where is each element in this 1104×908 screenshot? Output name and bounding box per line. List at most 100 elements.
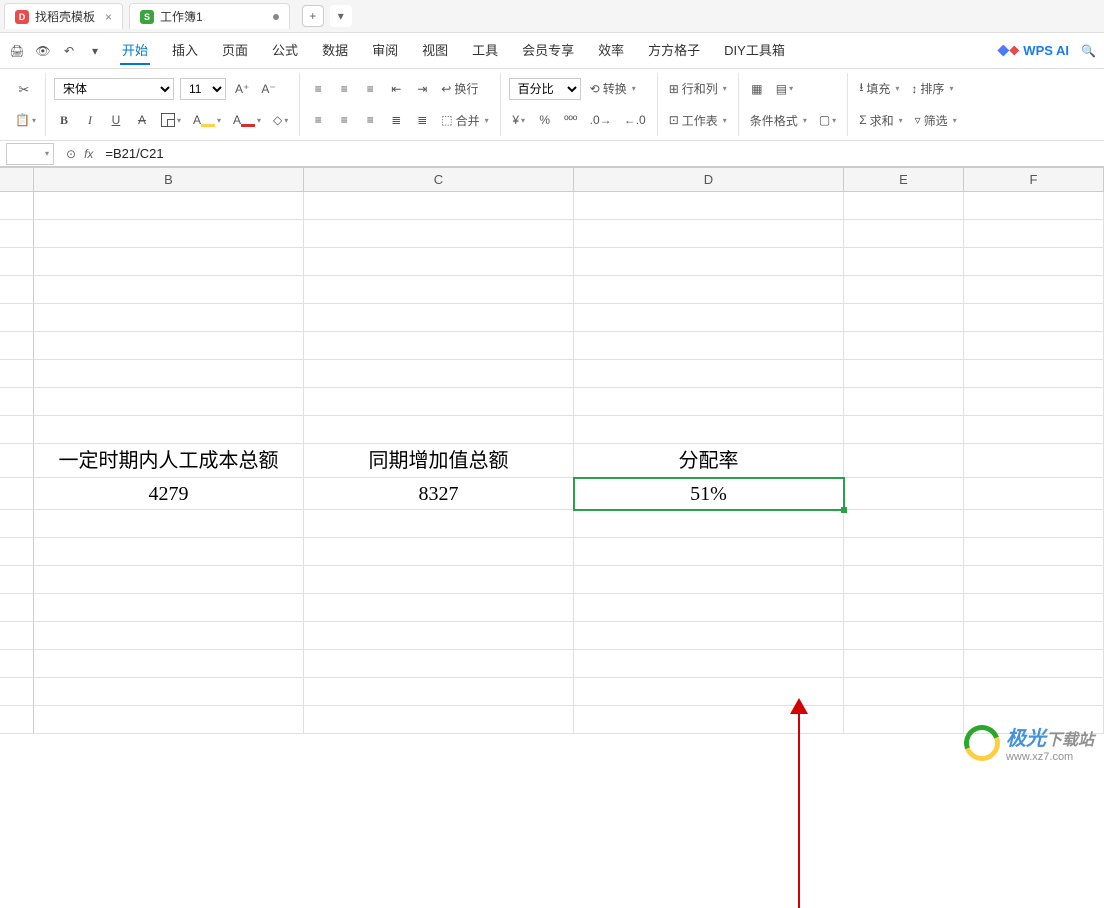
cell[interactable] — [304, 276, 574, 304]
cell[interactable] — [304, 360, 574, 388]
cell[interactable] — [844, 622, 964, 650]
cell[interactable] — [964, 510, 1104, 538]
cell[interactable] — [844, 650, 964, 678]
cell[interactable] — [844, 678, 964, 706]
cell-D20[interactable]: 分配率 — [574, 444, 844, 478]
cell[interactable] — [574, 332, 844, 360]
align-bot-button[interactable]: ≡ — [360, 78, 380, 100]
align-mid-button[interactable]: ≡ — [334, 78, 354, 100]
cell[interactable] — [964, 478, 1104, 510]
cell[interactable] — [304, 416, 574, 444]
rowcol-button[interactable]: ⊞行和列▾ — [666, 78, 730, 100]
cell[interactable] — [34, 248, 304, 276]
formula-input[interactable]: =B21/C21 — [99, 146, 1104, 161]
menu-data[interactable]: 数据 — [320, 36, 350, 65]
font-size-select[interactable]: 11 — [180, 78, 226, 100]
clear-format-button[interactable]: ◇▾ — [270, 109, 291, 131]
wrap-button[interactable]: ↩换行 — [438, 78, 481, 100]
menu-review[interactable]: 审阅 — [370, 36, 400, 65]
print-icon[interactable]: 🖨 — [8, 42, 26, 60]
cell[interactable] — [964, 650, 1104, 678]
wps-ai-button[interactable]: WPS AI — [997, 43, 1069, 58]
cond-format-button[interactable]: 条件格式▾ — [747, 109, 810, 131]
cell[interactable] — [844, 360, 964, 388]
tab-templates[interactable]: D 找稻壳模板 × — [4, 3, 123, 29]
cell[interactable] — [964, 566, 1104, 594]
percent-button[interactable]: % — [535, 109, 555, 131]
close-icon[interactable]: × — [105, 10, 112, 24]
sort-button[interactable]: ↕排序▾ — [908, 78, 956, 100]
menu-ffgz[interactable]: 方方格子 — [646, 36, 702, 65]
cell-B21[interactable]: 4279 — [34, 478, 304, 510]
bold-button[interactable]: B — [54, 109, 74, 131]
fill-handle[interactable] — [841, 507, 847, 513]
cut-button[interactable] — [12, 78, 39, 100]
col-header-F[interactable]: F — [964, 168, 1104, 192]
thousands-button[interactable]: ººº — [561, 109, 581, 131]
indent-dec-button[interactable]: ⇤ — [386, 78, 406, 100]
undo-icon[interactable]: ↶ — [60, 42, 78, 60]
cell[interactable] — [844, 444, 964, 478]
cell[interactable] — [574, 220, 844, 248]
paste-dropdown[interactable]: 📋▾ — [12, 109, 39, 131]
col-header-D[interactable]: D — [574, 168, 844, 192]
fill-button[interactable]: ⭳填充▾ — [856, 78, 902, 100]
cell[interactable] — [844, 478, 964, 510]
cell[interactable] — [844, 248, 964, 276]
cell[interactable] — [34, 276, 304, 304]
cell-style-button[interactable]: ▤▾ — [773, 78, 796, 100]
align-center-button[interactable]: ≡ — [334, 109, 354, 131]
cell[interactable] — [304, 566, 574, 594]
cell[interactable] — [964, 622, 1104, 650]
menu-view[interactable]: 视图 — [420, 36, 450, 65]
cell[interactable] — [304, 622, 574, 650]
col-header-B[interactable]: B — [34, 168, 304, 192]
cell[interactable] — [304, 332, 574, 360]
col-header-E[interactable]: E — [844, 168, 964, 192]
cell[interactable] — [964, 248, 1104, 276]
cell[interactable] — [964, 416, 1104, 444]
cell[interactable] — [574, 416, 844, 444]
filter-button[interactable]: ▿筛选▾ — [912, 109, 960, 131]
search-icon[interactable]: 🔍 — [1081, 44, 1096, 58]
cell[interactable] — [964, 388, 1104, 416]
preview-icon[interactable]: 👁 — [34, 42, 52, 60]
cell[interactable] — [574, 388, 844, 416]
align-top-button[interactable]: ≡ — [308, 78, 328, 100]
cell[interactable] — [574, 304, 844, 332]
cell[interactable] — [574, 594, 844, 622]
cell[interactable] — [34, 510, 304, 538]
cell[interactable] — [964, 192, 1104, 220]
cell[interactable] — [574, 276, 844, 304]
cell[interactable] — [844, 388, 964, 416]
cell[interactable] — [844, 510, 964, 538]
cell[interactable] — [574, 622, 844, 650]
fx-icon[interactable]: fx — [84, 147, 93, 161]
cell[interactable] — [304, 192, 574, 220]
cell[interactable] — [844, 332, 964, 360]
cell[interactable] — [964, 304, 1104, 332]
cell[interactable] — [304, 220, 574, 248]
cell[interactable] — [964, 678, 1104, 706]
worksheet-button[interactable]: ⊡工作表▾ — [666, 109, 730, 131]
textcolor-button[interactable]: A▾ — [230, 109, 264, 131]
cell[interactable] — [34, 388, 304, 416]
cell-D21-selected[interactable]: 51% — [574, 478, 844, 510]
justify-button[interactable]: ≣ — [386, 109, 406, 131]
grid[interactable]: 一定时期内人工成本总额 同期增加值总额 分配率 4279 8327 51% — [0, 192, 1104, 734]
menu-insert[interactable]: 插入 — [170, 36, 200, 65]
cell[interactable] — [34, 622, 304, 650]
select-all-corner[interactable] — [0, 168, 34, 192]
cell[interactable] — [574, 538, 844, 566]
cell[interactable] — [34, 332, 304, 360]
cell[interactable] — [574, 360, 844, 388]
cell[interactable] — [574, 510, 844, 538]
cell[interactable] — [844, 594, 964, 622]
cell[interactable] — [304, 388, 574, 416]
format-button[interactable]: ▢▾ — [816, 109, 839, 131]
border-button[interactable]: ▾ — [158, 109, 184, 131]
new-tab-button[interactable]: + — [302, 5, 324, 27]
menu-member[interactable]: 会员专享 — [520, 36, 576, 65]
cell-B20[interactable]: 一定时期内人工成本总额 — [34, 444, 304, 478]
sum-button[interactable]: Σ求和▾ — [856, 109, 905, 131]
